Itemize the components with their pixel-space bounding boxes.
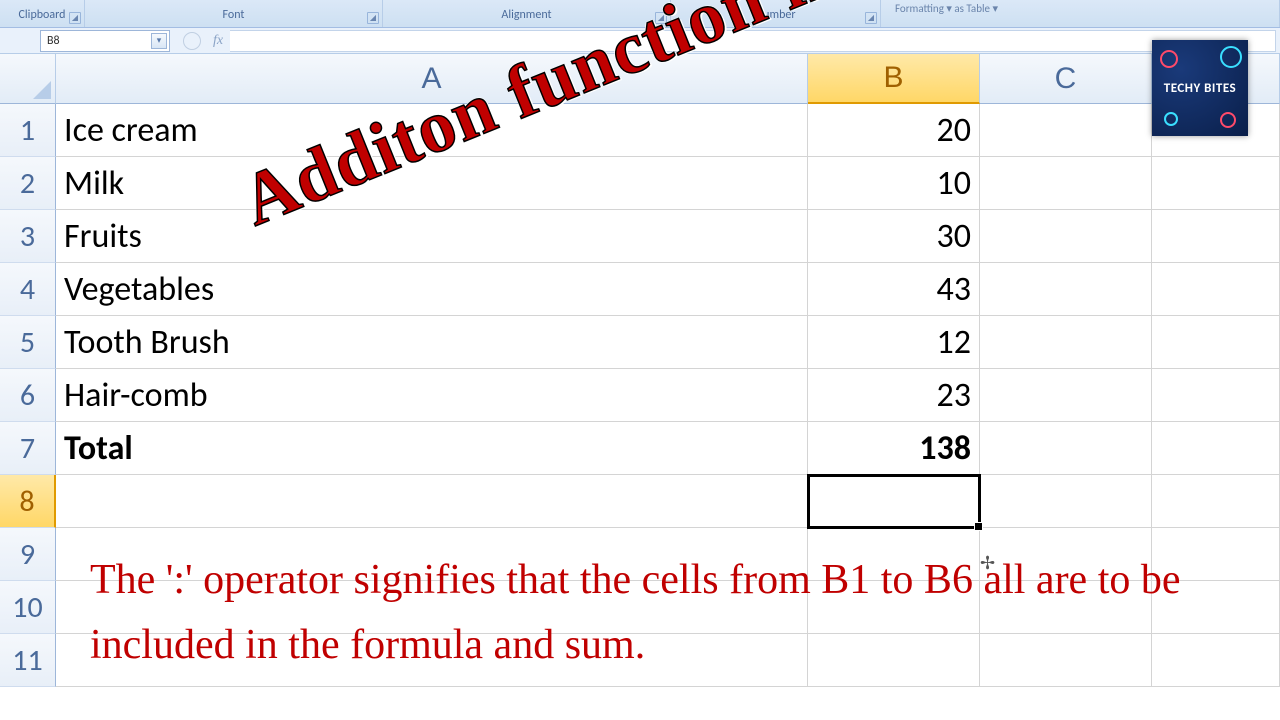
dialog-launcher-icon[interactable]: ◢ (69, 12, 81, 24)
row-header[interactable]: 5 (0, 316, 56, 369)
dialog-launcher-icon[interactable]: ◢ (367, 12, 379, 24)
row-header[interactable]: 3 (0, 210, 56, 263)
cell-d5[interactable] (1152, 316, 1280, 369)
row-header[interactable]: 8 (0, 475, 56, 528)
cell-a7[interactable]: Total (56, 422, 808, 475)
ribbon-group-styles (881, 0, 1280, 27)
cell-b4[interactable]: 43 (808, 263, 980, 316)
name-box-value: B8 (47, 34, 60, 48)
ribbon-group-label: Font (223, 8, 245, 22)
cell-b1[interactable]: 20 (808, 104, 980, 157)
ribbon-group-font: Font ◢ (85, 0, 383, 27)
cell-d4[interactable] (1152, 263, 1280, 316)
cell-b6[interactable]: 23 (808, 369, 980, 422)
select-all-corner[interactable] (0, 54, 56, 104)
cell-d7[interactable] (1152, 422, 1280, 475)
name-box[interactable]: B8 ▾ (40, 30, 170, 52)
insert-function-button[interactable]: fx (206, 30, 230, 52)
row-header[interactable]: 9 (0, 528, 56, 581)
cell-c5[interactable] (980, 316, 1152, 369)
cancel-formula-button[interactable] (180, 30, 204, 52)
cell-d2[interactable] (1152, 157, 1280, 210)
row-header[interactable]: 6 (0, 369, 56, 422)
row-header[interactable]: 7 (0, 422, 56, 475)
cell-b2[interactable]: 10 (808, 157, 980, 210)
column-header-b[interactable]: B (808, 54, 980, 104)
cell-c4[interactable] (980, 263, 1152, 316)
channel-logo: TECHY BITES (1152, 40, 1248, 136)
row-header[interactable]: 11 (0, 634, 56, 687)
cell-d8[interactable] (1152, 475, 1280, 528)
dialog-launcher-icon[interactable]: ◢ (865, 12, 877, 24)
ribbon-group-clipboard: Clipboard ◢ (0, 0, 85, 27)
logo-text: TECHY BITES (1164, 81, 1236, 96)
cell-a4[interactable]: Vegetables (56, 263, 808, 316)
row-header[interactable]: 10 (0, 581, 56, 634)
cell-c3[interactable] (980, 210, 1152, 263)
chevron-down-icon[interactable]: ▾ (151, 33, 167, 49)
cell-d6[interactable] (1152, 369, 1280, 422)
cell-a3[interactable]: Fruits (56, 210, 808, 263)
cell-a6[interactable]: Hair-comb (56, 369, 808, 422)
cell-b5[interactable]: 12 (808, 316, 980, 369)
column-header-c[interactable]: C (980, 54, 1152, 104)
row-header[interactable]: 1 (0, 104, 56, 157)
formula-buttons: fx (180, 30, 230, 52)
cell-b3[interactable]: 30 (808, 210, 980, 263)
cell-b7[interactable]: 138 (808, 422, 980, 475)
row-header[interactable]: 4 (0, 263, 56, 316)
cell-c6[interactable] (980, 369, 1152, 422)
overlay-explanation: The ':' operator signifies that the cell… (90, 548, 1250, 678)
cursor-crosshair-icon (980, 552, 995, 574)
cell-c2[interactable] (980, 157, 1152, 210)
cell-b8-selected[interactable] (808, 475, 980, 528)
cell-a8[interactable] (56, 475, 808, 528)
cell-d3[interactable] (1152, 210, 1280, 263)
ribbon-group-label: Clipboard (19, 8, 66, 22)
cell-c7[interactable] (980, 422, 1152, 475)
cell-c1[interactable] (980, 104, 1152, 157)
row-header[interactable]: 2 (0, 157, 56, 210)
cell-a5[interactable]: Tooth Brush (56, 316, 808, 369)
cell-c8[interactable] (980, 475, 1152, 528)
ribbon-group-label: Alignment (501, 8, 551, 22)
